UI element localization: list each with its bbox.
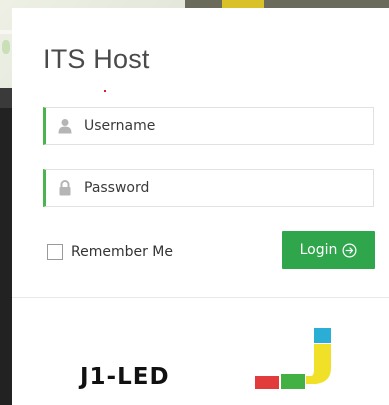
password-input[interactable] — [84, 170, 369, 206]
login-button[interactable]: Login — [282, 231, 375, 269]
background-dark-band — [0, 88, 12, 108]
background-strip — [185, 0, 389, 8]
remember-me[interactable]: Remember Me — [47, 242, 173, 262]
page-title: ITS Host — [43, 44, 150, 74]
arrow-right-circle-icon — [342, 243, 357, 257]
remember-me-checkbox[interactable] — [47, 244, 63, 260]
decorative-dot — [104, 90, 106, 92]
remember-me-label: Remember Me — [71, 244, 173, 260]
username-field — [43, 107, 374, 145]
username-input[interactable] — [84, 108, 369, 144]
divider — [12, 297, 389, 298]
password-field — [43, 169, 374, 207]
background-strip-yellow — [222, 0, 264, 8]
logo-text: J1-LED — [80, 364, 170, 390]
j1-led-logo: J1-LED — [80, 324, 340, 394]
login-button-label: Login — [299, 242, 338, 258]
login-card: ITS Host Remember Me Login — [12, 8, 389, 405]
user-icon — [58, 119, 72, 134]
lock-icon — [59, 180, 71, 196]
